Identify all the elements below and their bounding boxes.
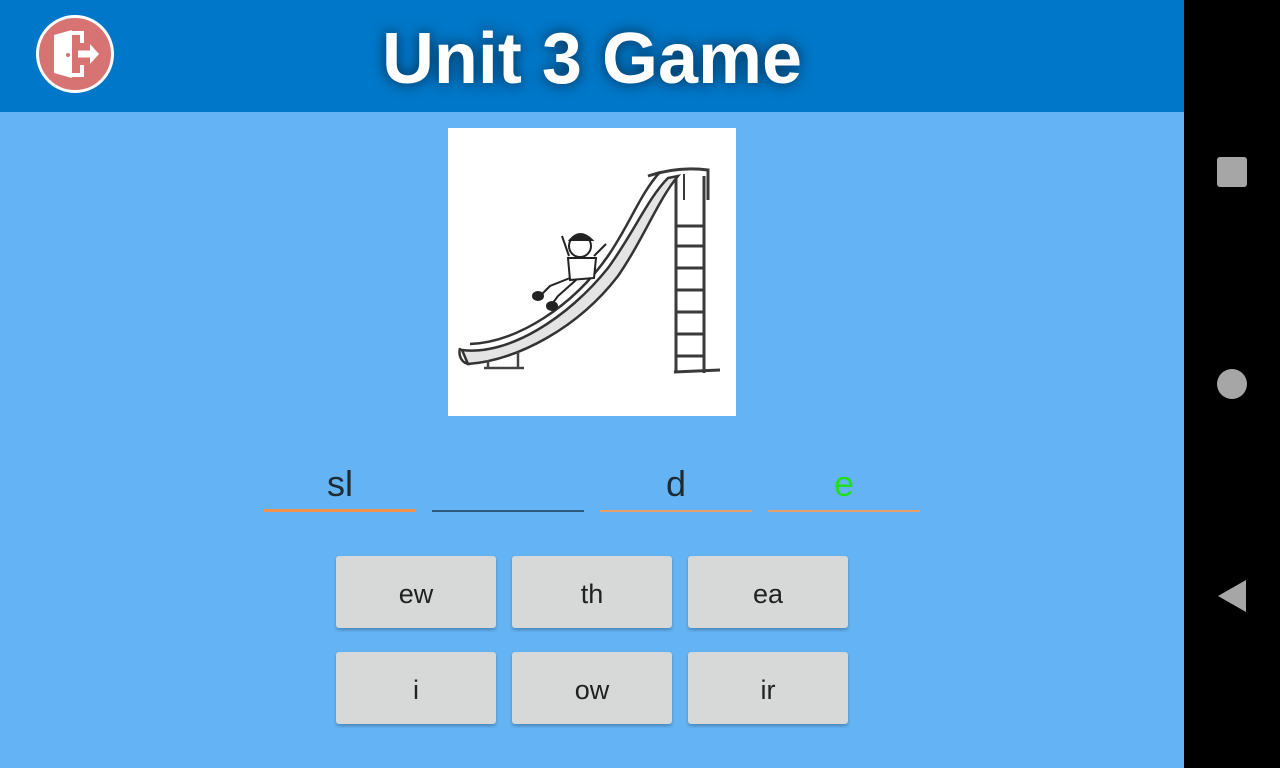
- app-header: Unit 3 Game: [0, 0, 1184, 112]
- choice-button-i[interactable]: i: [336, 652, 496, 724]
- back-button[interactable]: [1184, 572, 1280, 620]
- choice-button-ow[interactable]: ow: [512, 652, 672, 724]
- word-slot-3-underline: [600, 510, 752, 512]
- circle-home-icon: [1217, 369, 1247, 399]
- choice-button-th[interactable]: th: [512, 556, 672, 628]
- word-slot-3[interactable]: d: [600, 456, 752, 512]
- square-recents-icon: [1217, 157, 1247, 187]
- game-screen: Unit 3 Game sl d e ew th ea i ow ir: [0, 0, 1184, 768]
- page-title: Unit 3 Game: [381, 19, 803, 99]
- word-slot-4-text: e: [833, 463, 855, 504]
- exit-button[interactable]: [36, 15, 114, 93]
- recents-button[interactable]: [1184, 148, 1280, 196]
- word-picture: [448, 128, 736, 416]
- word-slot-2-underline: [432, 510, 584, 512]
- word-slot-4[interactable]: e: [768, 456, 920, 512]
- word-slot-2[interactable]: [432, 456, 584, 512]
- choice-button-ir[interactable]: ir: [688, 652, 848, 724]
- choice-button-ea[interactable]: ea: [688, 556, 848, 628]
- word-slot-1[interactable]: sl: [264, 456, 416, 512]
- word-slot-1-text: sl: [327, 463, 353, 504]
- home-button[interactable]: [1184, 360, 1280, 408]
- playground-slide-illustration: [458, 167, 721, 374]
- door-exit-icon: [54, 30, 99, 78]
- word-slot-3-text: d: [665, 463, 687, 504]
- word-slot-4-underline: [768, 510, 920, 512]
- triangle-back-icon: [1218, 580, 1246, 612]
- word-slot-1-underline: [264, 509, 416, 512]
- android-navigation-bar: [1184, 0, 1280, 768]
- choice-button-ew[interactable]: ew: [336, 556, 496, 628]
